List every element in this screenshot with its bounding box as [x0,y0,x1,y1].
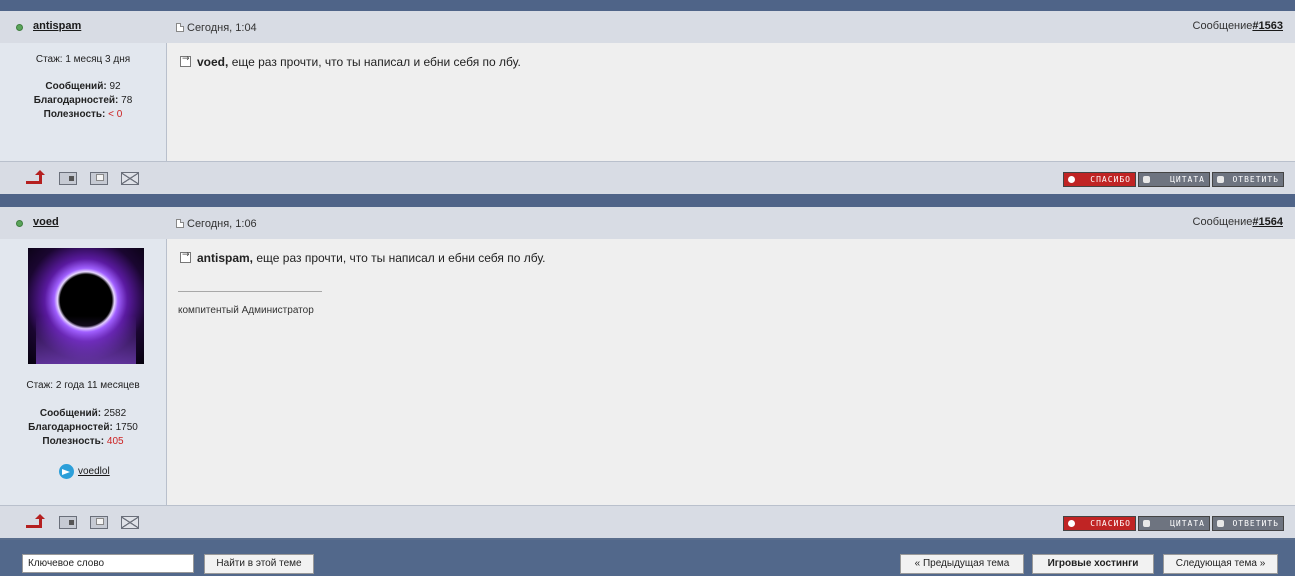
avatar[interactable] [28,248,144,364]
post-date-text: Сегодня, 1:06 [187,218,257,230]
thread-navigation: Найти в этой теме « Предыдущая тема Игро… [0,540,1295,576]
author-sidebar: Стаж: 1 месяц 3 дня Сообщений: 92 Благод… [0,43,167,161]
telegram-contact: voedlol [59,464,119,480]
post-date-text: Сегодня, 1:04 [187,22,257,34]
author-cell: voed [0,207,167,239]
post-date: Сегодня, 1:06 [176,218,257,230]
messages-label: Сообщений: [39,408,102,419]
up-arrow-icon[interactable] [26,170,46,186]
author-cell: antispam [0,11,167,43]
post-1563: antispam Сегодня, 1:04 Сообщение#1563 Ст… [0,11,1295,194]
usefulness-label: Полезность: [42,436,105,447]
pm-icon[interactable] [90,172,108,185]
quote-reply-icon[interactable] [180,54,191,67]
message-label: Сообщение [1192,216,1253,228]
post-body: Стаж: 2 года 11 месяцев Сообщений: 2582 … [0,239,1295,505]
thanks-label: Благодарностей: [33,95,119,106]
author-sidebar: Стаж: 2 года 11 месяцев Сообщений: 2582 … [0,239,167,505]
thanks-count: 78 [121,95,133,106]
post-header: voed Сегодня, 1:06 Сообщение#1564 [0,207,1295,239]
post-footer: спасибо цитата ответить [0,505,1295,538]
reply-button[interactable]: ответить [1212,516,1284,531]
usefulness-value: < 0 [108,109,123,120]
post-footer: спасибо цитата ответить [0,161,1295,194]
top-bar [0,0,1295,11]
profile-icon[interactable] [59,172,77,185]
post-content: antispam, еще раз прочти, что ты написал… [168,239,1295,505]
message-number: Сообщение#1564 [1193,216,1283,228]
pm-icon[interactable] [90,516,108,529]
reply-button[interactable]: ответить [1212,172,1284,187]
find-in-thread-button[interactable]: Найти в этой теме [204,554,314,574]
post-text: antispam, еще раз прочти, что ты написал… [180,250,546,265]
message-link[interactable]: #1564 [1252,216,1283,228]
post-text: voed, еще раз прочти, что ты написал и е… [180,54,521,69]
online-status-icon [16,220,23,227]
post-body: Стаж: 1 месяц 3 дня Сообщений: 92 Благод… [0,43,1295,161]
post-date: Сегодня, 1:04 [176,22,257,34]
message-label: Сообщение [1192,20,1253,32]
online-status-icon [16,24,23,31]
usefulness-label: Полезность: [43,109,106,120]
telegram-icon[interactable] [59,464,74,479]
mail-icon[interactable] [121,172,139,185]
quote-button[interactable]: цитата [1138,516,1210,531]
mail-icon[interactable] [121,516,139,529]
post-content: voed, еще раз прочти, что ты написал и е… [168,43,1295,161]
author-stats: Сообщений: 92 Благодарностей: 78 Полезно… [0,80,166,122]
message-link[interactable]: #1563 [1252,20,1283,32]
keyword-search-input[interactable] [22,554,194,573]
post-message: еще раз прочти, что ты написал и ебни се… [231,55,521,69]
thanks-button[interactable]: спасибо [1063,172,1136,187]
post-header: antispam Сегодня, 1:04 Сообщение#1563 [0,11,1295,43]
messages-count: 2582 [103,408,127,419]
messages-count: 92 [109,81,121,92]
up-arrow-icon[interactable] [26,514,46,530]
next-thread-button[interactable]: Следующая тема » [1163,554,1278,574]
telegram-link[interactable]: voedlol [78,466,110,477]
post-separator [0,194,1295,207]
quote-reply-icon[interactable] [180,250,191,263]
quote-button[interactable]: цитата [1138,172,1210,187]
previous-thread-button[interactable]: « Предыдущая тема [900,554,1024,574]
post-1564: voed Сегодня, 1:06 Сообщение#1564 Стаж: … [0,207,1295,540]
messages-label: Сообщений: [45,81,107,92]
signature-divider [178,291,322,292]
thanks-button[interactable]: спасибо [1063,516,1136,531]
signature: компитентый Администратор [178,305,314,316]
message-number: Сообщение#1563 [1193,20,1283,32]
doc-icon [176,219,184,228]
usefulness-value: 405 [106,436,124,447]
thanks-count: 1750 [115,422,138,433]
addressed-user[interactable]: voed, [197,55,228,69]
author-stats: Сообщений: 2582 Благодарностей: 1750 Пол… [0,407,166,449]
thanks-label: Благодарностей: [28,422,113,433]
addressed-user[interactable]: antispam, [197,251,253,265]
category-button[interactable]: Игровые хостинги [1032,554,1154,574]
profile-icon[interactable] [59,516,77,529]
doc-icon [176,23,184,32]
tenure: Стаж: 1 месяц 3 дня [35,54,131,65]
post-message: еще раз прочти, что ты написал и ебни се… [256,251,546,265]
author-name[interactable]: antispam [33,20,81,32]
tenure: Стаж: 2 года 11 месяцев [26,380,140,391]
author-name[interactable]: voed [33,216,59,228]
